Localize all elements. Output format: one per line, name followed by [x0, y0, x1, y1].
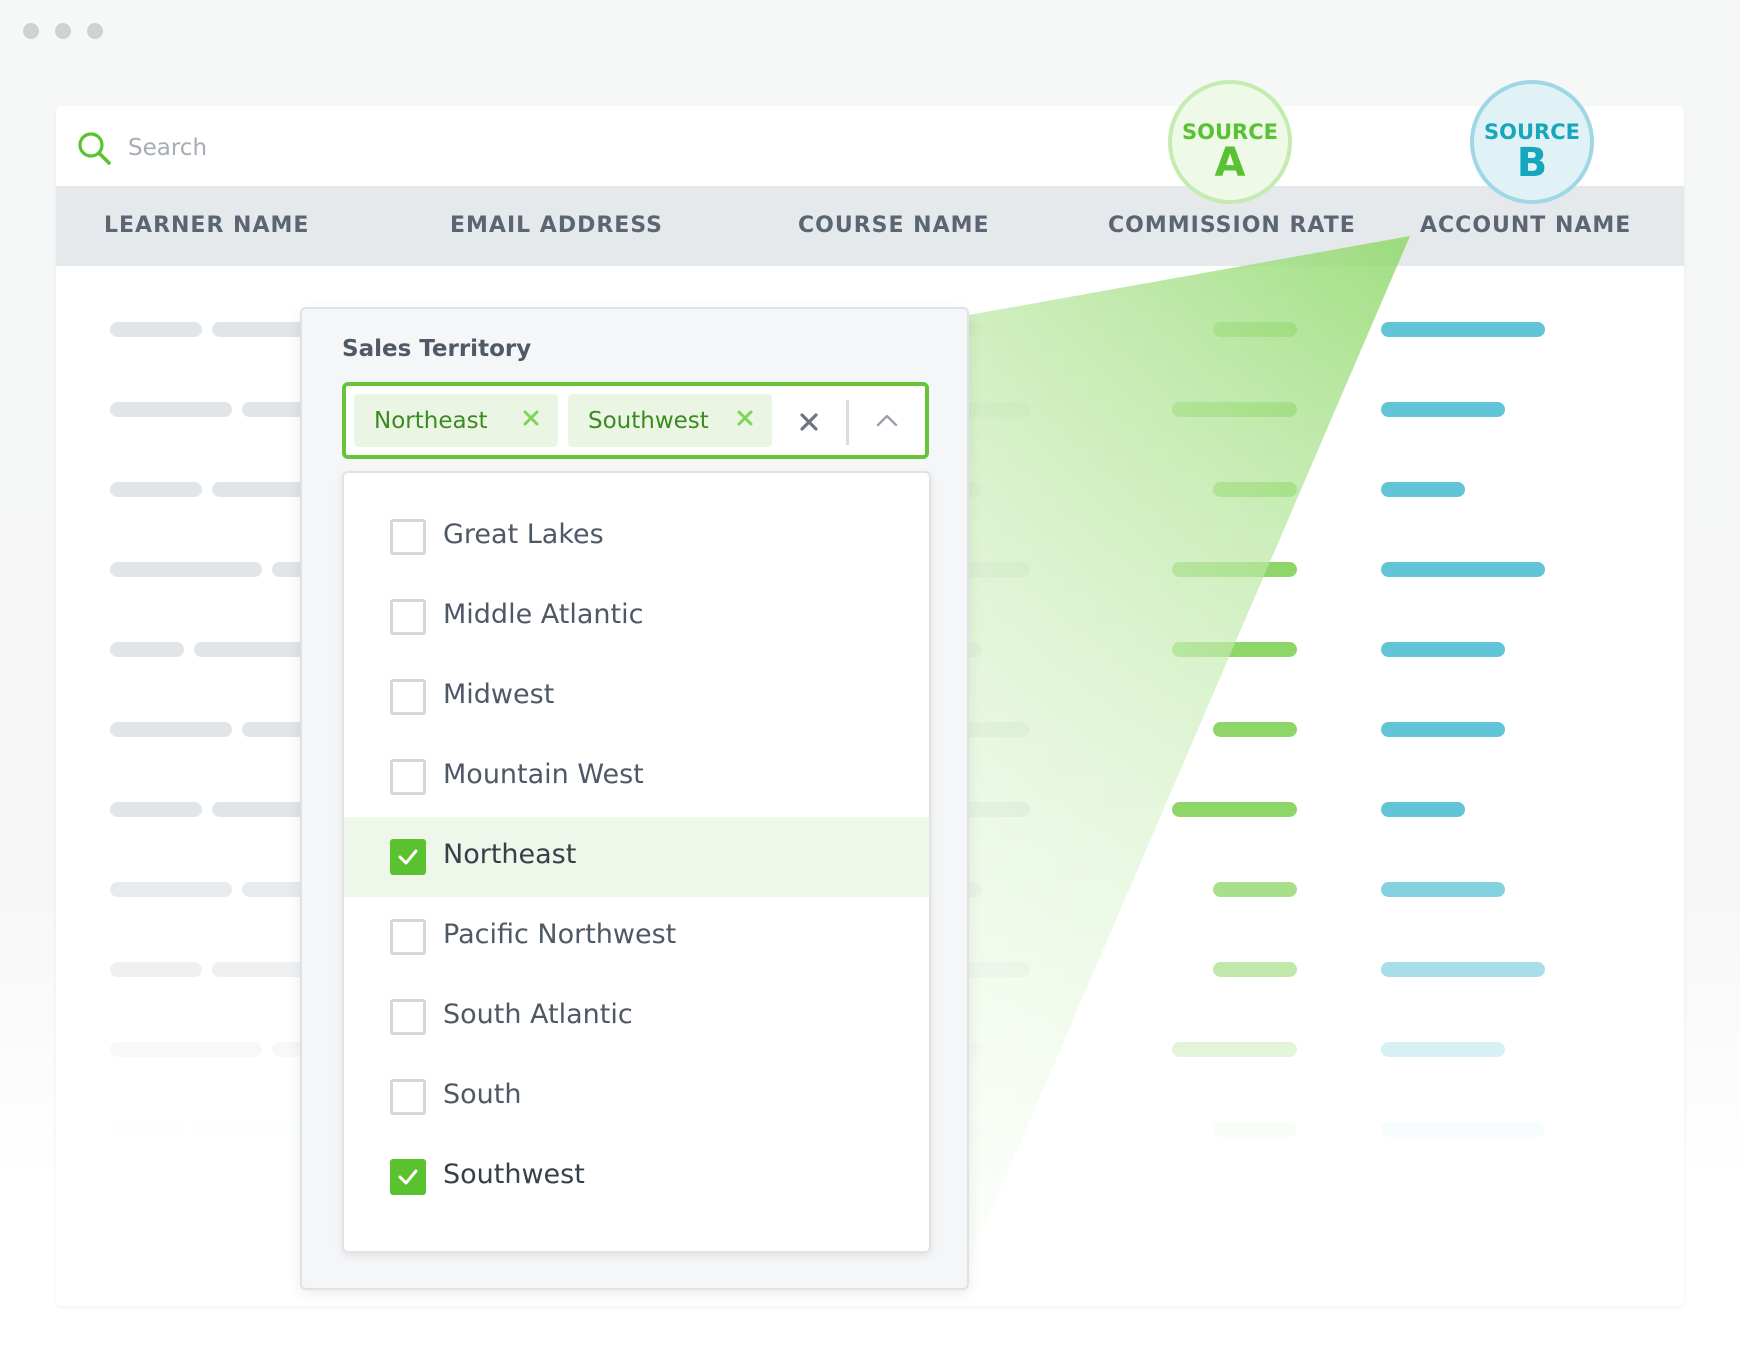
checkbox[interactable]	[390, 759, 426, 795]
placeholder-learner-name	[110, 1042, 262, 1057]
placeholder-account-name	[1381, 1042, 1505, 1057]
placeholder-learner-name	[212, 482, 312, 497]
placeholder-learner-name	[110, 562, 262, 577]
option-label: Pacific Northwest	[443, 919, 677, 950]
select-divider	[846, 400, 849, 445]
option-south[interactable]: South	[344, 1057, 929, 1137]
search-input[interactable]	[128, 135, 628, 161]
option-label: South Atlantic	[443, 999, 633, 1030]
placeholder-account-name	[1381, 722, 1505, 737]
source-a-letter: A	[1214, 140, 1246, 186]
checkbox[interactable]	[390, 519, 426, 555]
placeholder-learner-name	[110, 482, 202, 497]
placeholder-commission-rate	[1172, 1042, 1297, 1057]
placeholder-learner-name	[212, 802, 312, 817]
placeholder-commission-rate	[1213, 322, 1297, 337]
option-mountain-west[interactable]: Mountain West	[344, 737, 929, 817]
source-a-badge: SOURCE A	[1168, 80, 1292, 204]
checkbox[interactable]	[390, 599, 426, 635]
source-b-badge: SOURCE B	[1470, 80, 1594, 204]
option-label: South	[443, 1079, 522, 1110]
window-minimize-dot[interactable]	[55, 23, 71, 39]
placeholder-learner-name	[194, 1122, 314, 1137]
placeholder-commission-rate	[1172, 402, 1297, 417]
placeholder-commission-rate	[1213, 882, 1297, 897]
sales-territory-filter: Sales Territory Northeast Southwest Grea…	[300, 307, 969, 1290]
option-label: Middle Atlantic	[443, 599, 644, 630]
option-northeast[interactable]: Northeast	[344, 817, 929, 897]
territory-multiselect[interactable]: Northeast Southwest	[342, 382, 929, 459]
placeholder-learner-name	[110, 722, 232, 737]
option-label: Mountain West	[443, 759, 644, 790]
window-maximize-dot[interactable]	[87, 23, 103, 39]
placeholder-account-name	[1381, 482, 1465, 497]
checkmark-icon	[398, 1169, 418, 1185]
checkmark-icon	[398, 849, 418, 865]
checkbox[interactable]	[390, 1079, 426, 1115]
option-south-atlantic[interactable]: South Atlantic	[344, 977, 929, 1057]
placeholder-commission-rate	[1213, 482, 1297, 497]
checkbox[interactable]	[390, 679, 426, 715]
chip-southwest: Southwest	[568, 394, 772, 447]
placeholder-learner-name	[110, 962, 202, 977]
checkbox[interactable]	[390, 999, 426, 1035]
placeholder-learner-name	[110, 402, 232, 417]
placeholder-learner-name	[212, 322, 312, 337]
app-window: LEARNER NAME EMAIL ADDRESS COURSE NAME C…	[0, 0, 1740, 1362]
placeholder-account-name	[1381, 962, 1545, 977]
window-close-dot[interactable]	[23, 23, 39, 39]
placeholder-account-name	[1381, 322, 1545, 337]
checkbox-checked[interactable]	[390, 839, 426, 875]
placeholder-learner-name	[110, 882, 232, 897]
column-header-learner-name[interactable]: LEARNER NAME	[104, 186, 309, 266]
placeholder-account-name	[1381, 402, 1505, 417]
placeholder-commission-rate	[1172, 642, 1297, 657]
clear-all-icon[interactable]	[798, 411, 820, 433]
checkbox-checked[interactable]	[390, 1159, 426, 1195]
placeholder-commission-rate	[1213, 962, 1297, 977]
placeholder-learner-name	[110, 1122, 184, 1137]
checkbox[interactable]	[390, 919, 426, 955]
option-label: Great Lakes	[443, 519, 604, 550]
window-controls	[23, 23, 103, 39]
placeholder-account-name	[1381, 802, 1465, 817]
option-label: Southwest	[443, 1159, 585, 1190]
chip-label: Southwest	[588, 407, 709, 434]
placeholder-account-name	[1381, 562, 1545, 577]
column-header-email-address[interactable]: EMAIL ADDRESS	[450, 186, 663, 266]
placeholder-learner-name	[110, 322, 202, 337]
option-great-lakes[interactable]: Great Lakes	[344, 497, 929, 577]
chip-label: Northeast	[374, 407, 488, 434]
search-bar[interactable]	[76, 128, 676, 168]
source-b-letter: B	[1516, 140, 1548, 186]
remove-chip-icon[interactable]	[520, 407, 542, 429]
search-icon	[78, 132, 111, 165]
territory-options-menu: Great Lakes Middle Atlantic Midwest Moun…	[342, 471, 931, 1253]
option-pacific-northwest[interactable]: Pacific Northwest	[344, 897, 929, 977]
option-label: Northeast	[443, 839, 577, 870]
placeholder-learner-name	[110, 802, 202, 817]
placeholder-commission-rate	[1172, 562, 1297, 577]
table-header: LEARNER NAME EMAIL ADDRESS COURSE NAME C…	[56, 186, 1684, 266]
option-southwest[interactable]: Southwest	[344, 1137, 929, 1217]
placeholder-commission-rate	[1213, 1122, 1297, 1137]
option-label: Midwest	[443, 679, 555, 710]
option-midwest[interactable]: Midwest	[344, 657, 929, 737]
option-middle-atlantic[interactable]: Middle Atlantic	[344, 577, 929, 657]
filter-label: Sales Territory	[342, 336, 532, 362]
placeholder-commission-rate	[1213, 722, 1297, 737]
placeholder-learner-name	[194, 642, 314, 657]
placeholder-learner-name	[110, 642, 184, 657]
placeholder-account-name	[1381, 1122, 1545, 1137]
placeholder-account-name	[1381, 882, 1505, 897]
column-header-course-name[interactable]: COURSE NAME	[798, 186, 990, 266]
chip-northeast: Northeast	[354, 394, 558, 447]
placeholder-account-name	[1381, 642, 1505, 657]
remove-chip-icon[interactable]	[734, 407, 756, 429]
placeholder-learner-name	[212, 962, 312, 977]
chevron-up-icon[interactable]	[874, 408, 900, 434]
placeholder-commission-rate	[1172, 802, 1297, 817]
